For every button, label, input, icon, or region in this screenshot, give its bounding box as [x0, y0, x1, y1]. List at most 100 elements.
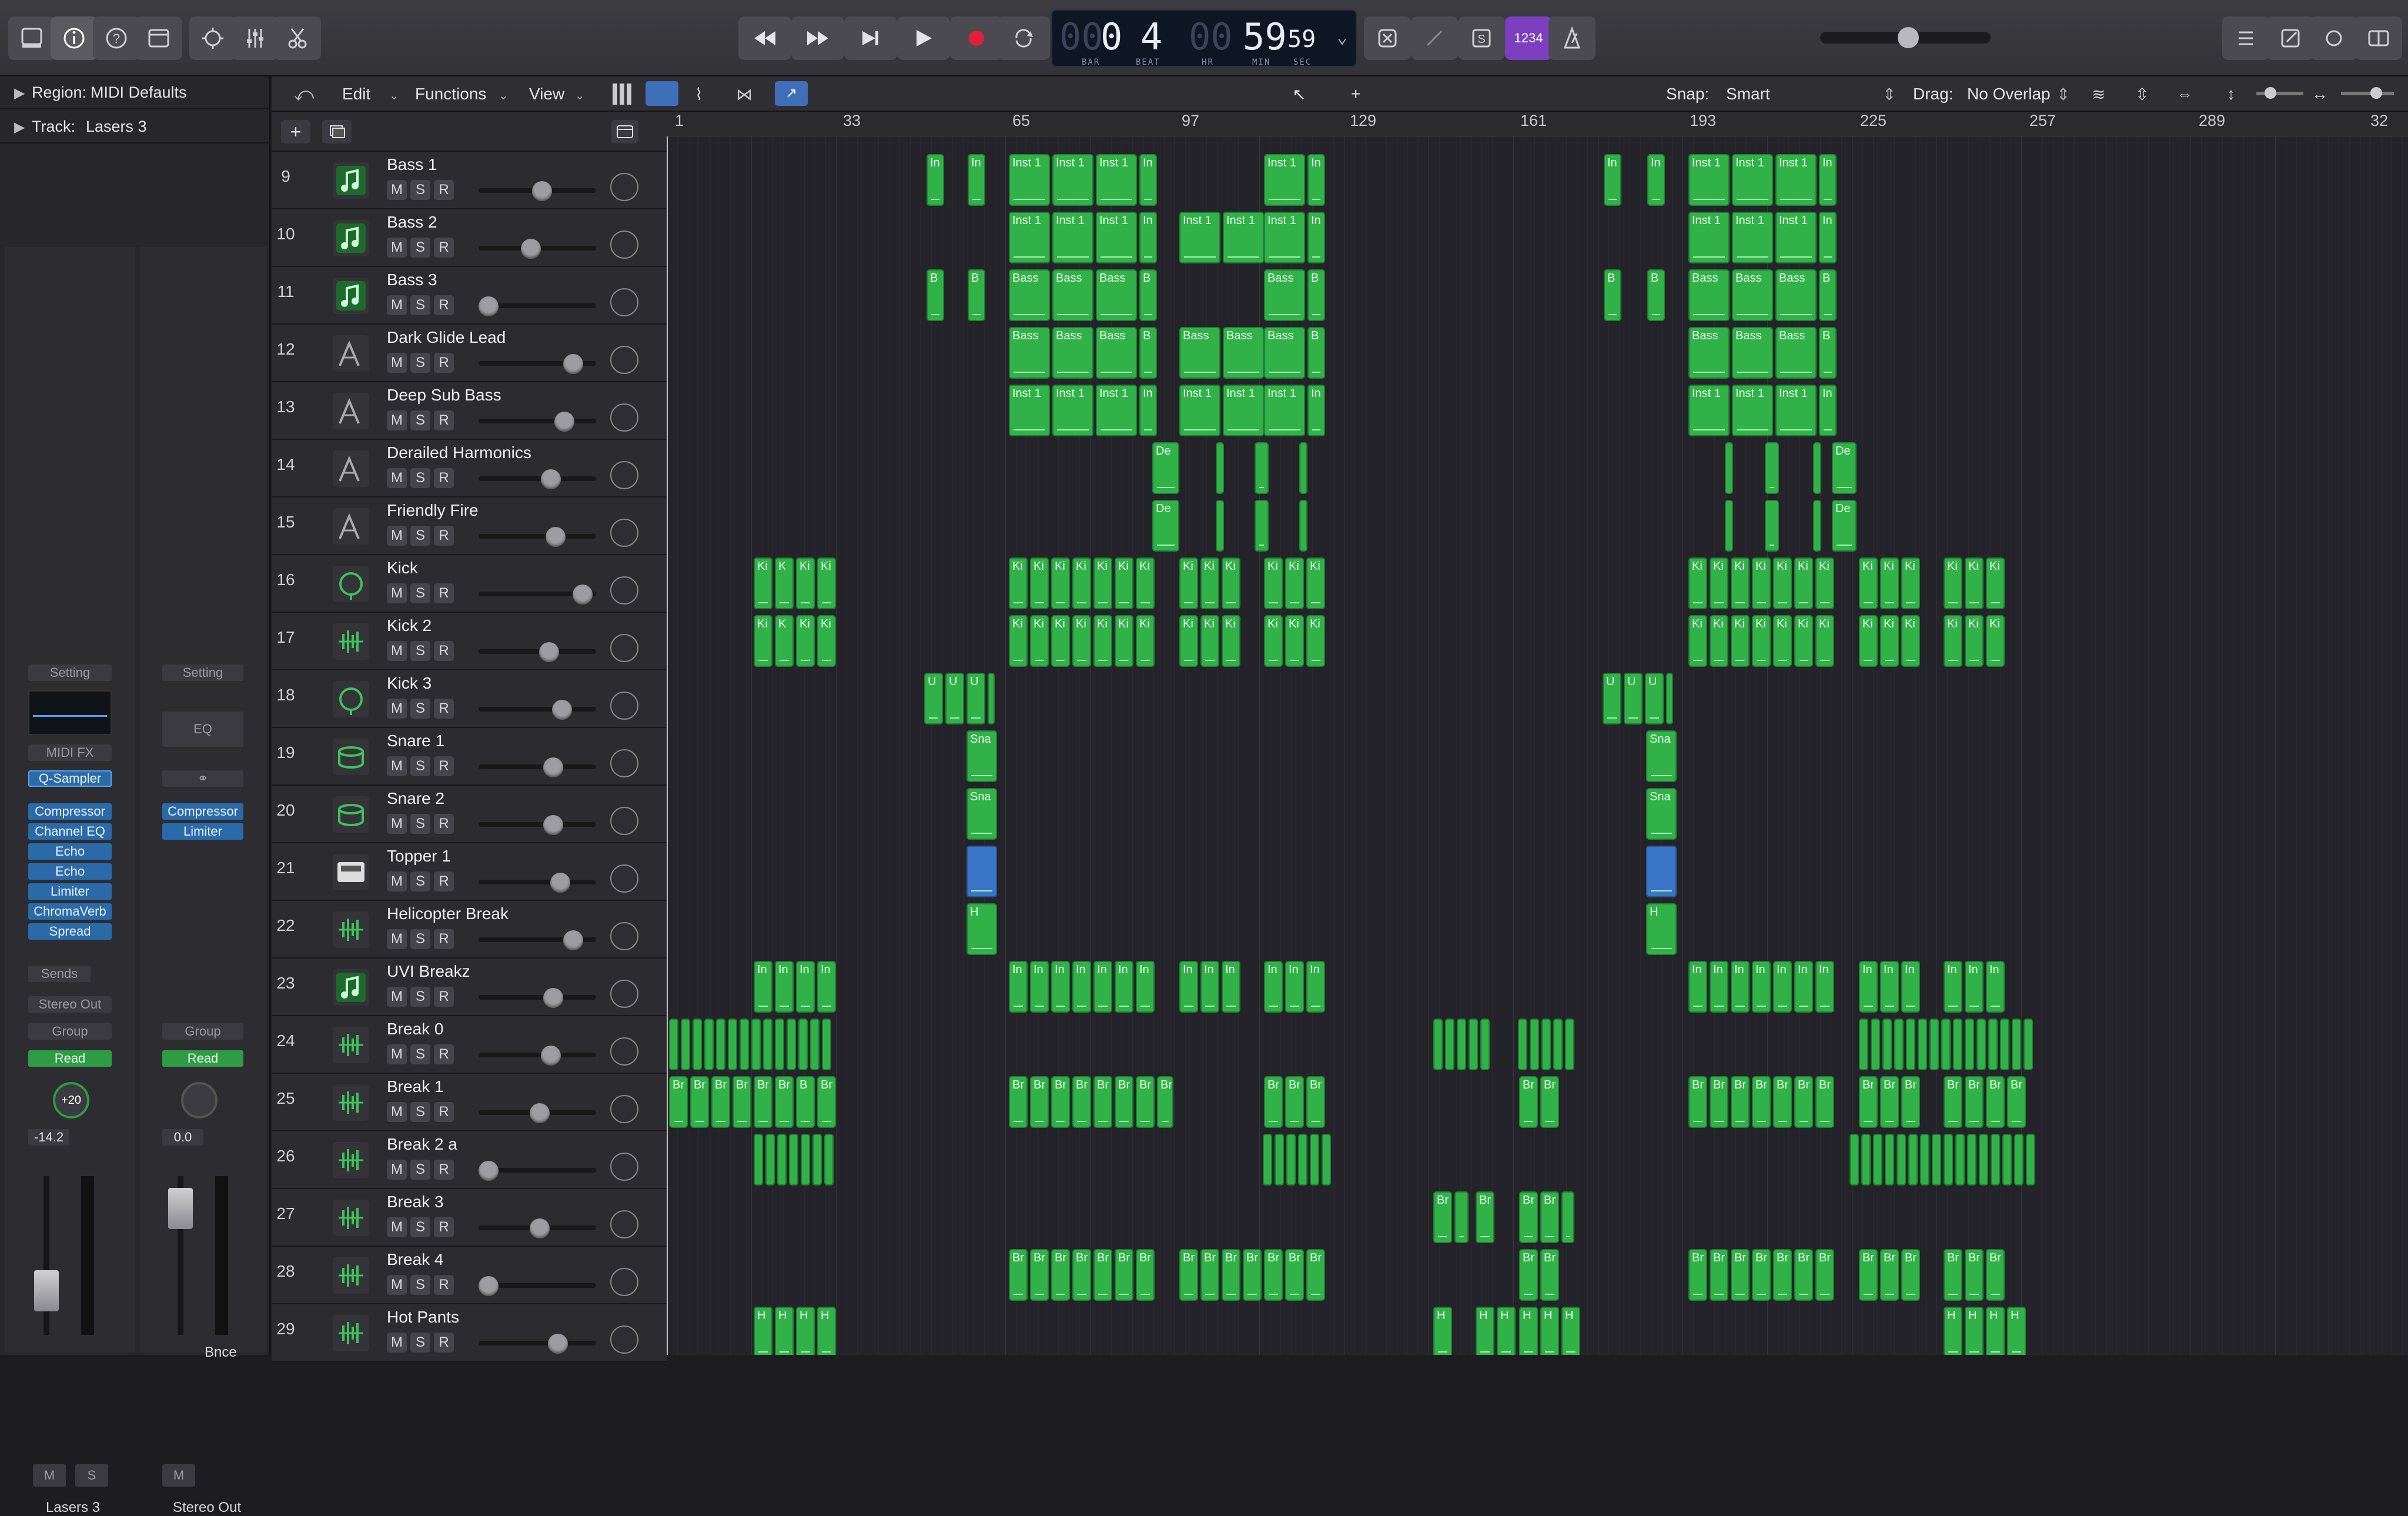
midi-region[interactable]: Br [1136, 1249, 1155, 1301]
midi-region[interactable] [1725, 442, 1733, 494]
track-row[interactable]: 28 Break 4 MSR [272, 1247, 667, 1304]
midi-region[interactable]: B [1307, 269, 1325, 321]
midi-region[interactable]: In [1815, 961, 1834, 1013]
mute-button[interactable]: M [162, 1464, 195, 1487]
mute-button[interactable]: M [387, 756, 407, 776]
midi-region[interactable] [754, 1134, 763, 1186]
notepad-button[interactable] [2267, 16, 2314, 60]
midi-region[interactable]: Br [1264, 1249, 1283, 1301]
midi-region[interactable]: Ki [1773, 615, 1792, 667]
midi-region[interactable] [716, 1019, 725, 1070]
volume-readout[interactable]: 0.0 [162, 1129, 203, 1146]
midi-region[interactable]: Inst 1 [1732, 212, 1773, 263]
midi-region[interactable] [1565, 1019, 1574, 1070]
mute-button[interactable]: M [387, 353, 407, 373]
play-button[interactable] [897, 16, 950, 60]
midi-region[interactable] [1299, 442, 1307, 494]
midi-region[interactable] [1991, 1134, 2000, 1186]
midi-region[interactable]: B [1647, 269, 1665, 321]
solo-button[interactable]: S [410, 1275, 430, 1295]
midi-region[interactable]: Br [1752, 1076, 1771, 1128]
midi-region[interactable] [1871, 1019, 1880, 1070]
midi-region[interactable]: Br [1880, 1249, 1899, 1301]
record-enable-button[interactable]: R [434, 641, 454, 661]
midi-region[interactable]: In [754, 961, 772, 1013]
track-row[interactable]: 26 Break 2 a MSR [272, 1131, 667, 1189]
volume-knob[interactable] [541, 469, 561, 489]
midi-region[interactable]: In [1688, 961, 1707, 1013]
midi-region[interactable]: In [1819, 385, 1837, 436]
midi-region[interactable]: Inst 1 [1775, 212, 1817, 263]
pan-knob[interactable] [181, 1082, 218, 1118]
midi-region[interactable] [1932, 1134, 1941, 1186]
midi-region[interactable] [1897, 1134, 1906, 1186]
fader-cap[interactable] [168, 1188, 193, 1229]
flex-icon[interactable]: ⋈ [736, 85, 752, 104]
midi-region[interactable]: Ki [1136, 557, 1155, 609]
midi-region[interactable]: Br [1093, 1076, 1112, 1128]
quick-help-button[interactable]: ? [93, 16, 140, 60]
midi-region[interactable] [1882, 1019, 1892, 1070]
track-row[interactable]: 22 Helicopter Break M S R [272, 901, 667, 959]
midi-region[interactable]: In [1222, 961, 1240, 1013]
midi-region[interactable] [1433, 1019, 1443, 1070]
midi-region[interactable]: In [1819, 212, 1837, 263]
track-row[interactable]: 25 Break 1 MSR [272, 1074, 667, 1131]
replace-button[interactable] [1364, 16, 1411, 60]
midi-region[interactable]: Inst 1 [1264, 385, 1305, 436]
midi-region[interactable]: H [1561, 1307, 1580, 1355]
link-icon[interactable]: ⚭ [162, 770, 243, 787]
mute-button[interactable]: M [387, 1160, 407, 1180]
midi-region[interactable]: Ki [1752, 615, 1771, 667]
record-enable-button[interactable]: R [434, 814, 454, 834]
vertical-zoom-icon[interactable]: ⇳ [2135, 85, 2149, 104]
record-enable-button[interactable]: R [434, 1160, 454, 1180]
volume-knob[interactable] [479, 296, 499, 316]
midi-region[interactable]: Br [1519, 1076, 1538, 1128]
pan-knob[interactable] [610, 1153, 638, 1181]
midi-region[interactable] [1457, 1019, 1466, 1070]
midi-region[interactable]: Ki [1179, 615, 1198, 667]
midi-region[interactable]: Ki [1901, 615, 1920, 667]
snap-select[interactable]: Smart [1726, 85, 1770, 103]
mute-button[interactable]: M [387, 699, 407, 719]
midi-region[interactable]: Inst 1 [1732, 385, 1773, 436]
midi-region[interactable]: Ki [1752, 557, 1771, 609]
midi-region[interactable]: In [1285, 961, 1304, 1013]
solo-button[interactable]: S [410, 929, 430, 949]
midi-region[interactable]: Inst 1 [1052, 212, 1093, 263]
midi-region[interactable]: In [1794, 961, 1813, 1013]
group-slot[interactable]: Group [28, 1023, 112, 1040]
mute-button[interactable]: M [387, 929, 407, 949]
mute-button[interactable]: M [387, 238, 407, 258]
midi-region[interactable]: Bass [1096, 327, 1137, 379]
midi-region[interactable]: Br [1264, 1076, 1283, 1128]
mute-button[interactable]: M [387, 526, 407, 546]
solo-button[interactable]: S [410, 814, 430, 834]
track-height-icon[interactable]: ↕ [2227, 85, 2235, 103]
midi-region[interactable] [812, 1134, 822, 1186]
midi-region[interactable]: Br [1540, 1249, 1559, 1301]
midi-region[interactable] [2002, 1134, 2012, 1186]
mute-button[interactable]: M [387, 1333, 407, 1353]
midi-region[interactable]: In [1264, 961, 1283, 1013]
sends-slot[interactable]: Sends [28, 966, 91, 982]
midi-region[interactable] [1941, 1019, 1951, 1070]
midi-region[interactable]: Br [2007, 1076, 2026, 1128]
midi-region[interactable]: In [1986, 961, 2005, 1013]
midi-region[interactable]: De [1832, 500, 1857, 552]
volume-fader[interactable] [168, 1176, 193, 1335]
count-in-badge[interactable]: 1234 [1505, 16, 1552, 60]
midi-region[interactable]: Br [1688, 1076, 1707, 1128]
midi-region[interactable] [1255, 442, 1269, 494]
record-enable-button[interactable]: R [434, 1044, 454, 1064]
midi-region[interactable] [1480, 1019, 1490, 1070]
midi-region[interactable]: Inst 1 [1688, 385, 1730, 436]
list-view-icon[interactable] [646, 81, 678, 106]
midi-region[interactable] [1310, 1134, 1319, 1186]
track-row[interactable]: 9 Bass 1 MSR [272, 152, 667, 209]
midi-region[interactable]: Br [1965, 1076, 1984, 1128]
midi-region[interactable]: Sna [966, 730, 997, 782]
solo-button[interactable]: S [410, 353, 430, 373]
midi-region[interactable]: Br [1986, 1249, 2005, 1301]
